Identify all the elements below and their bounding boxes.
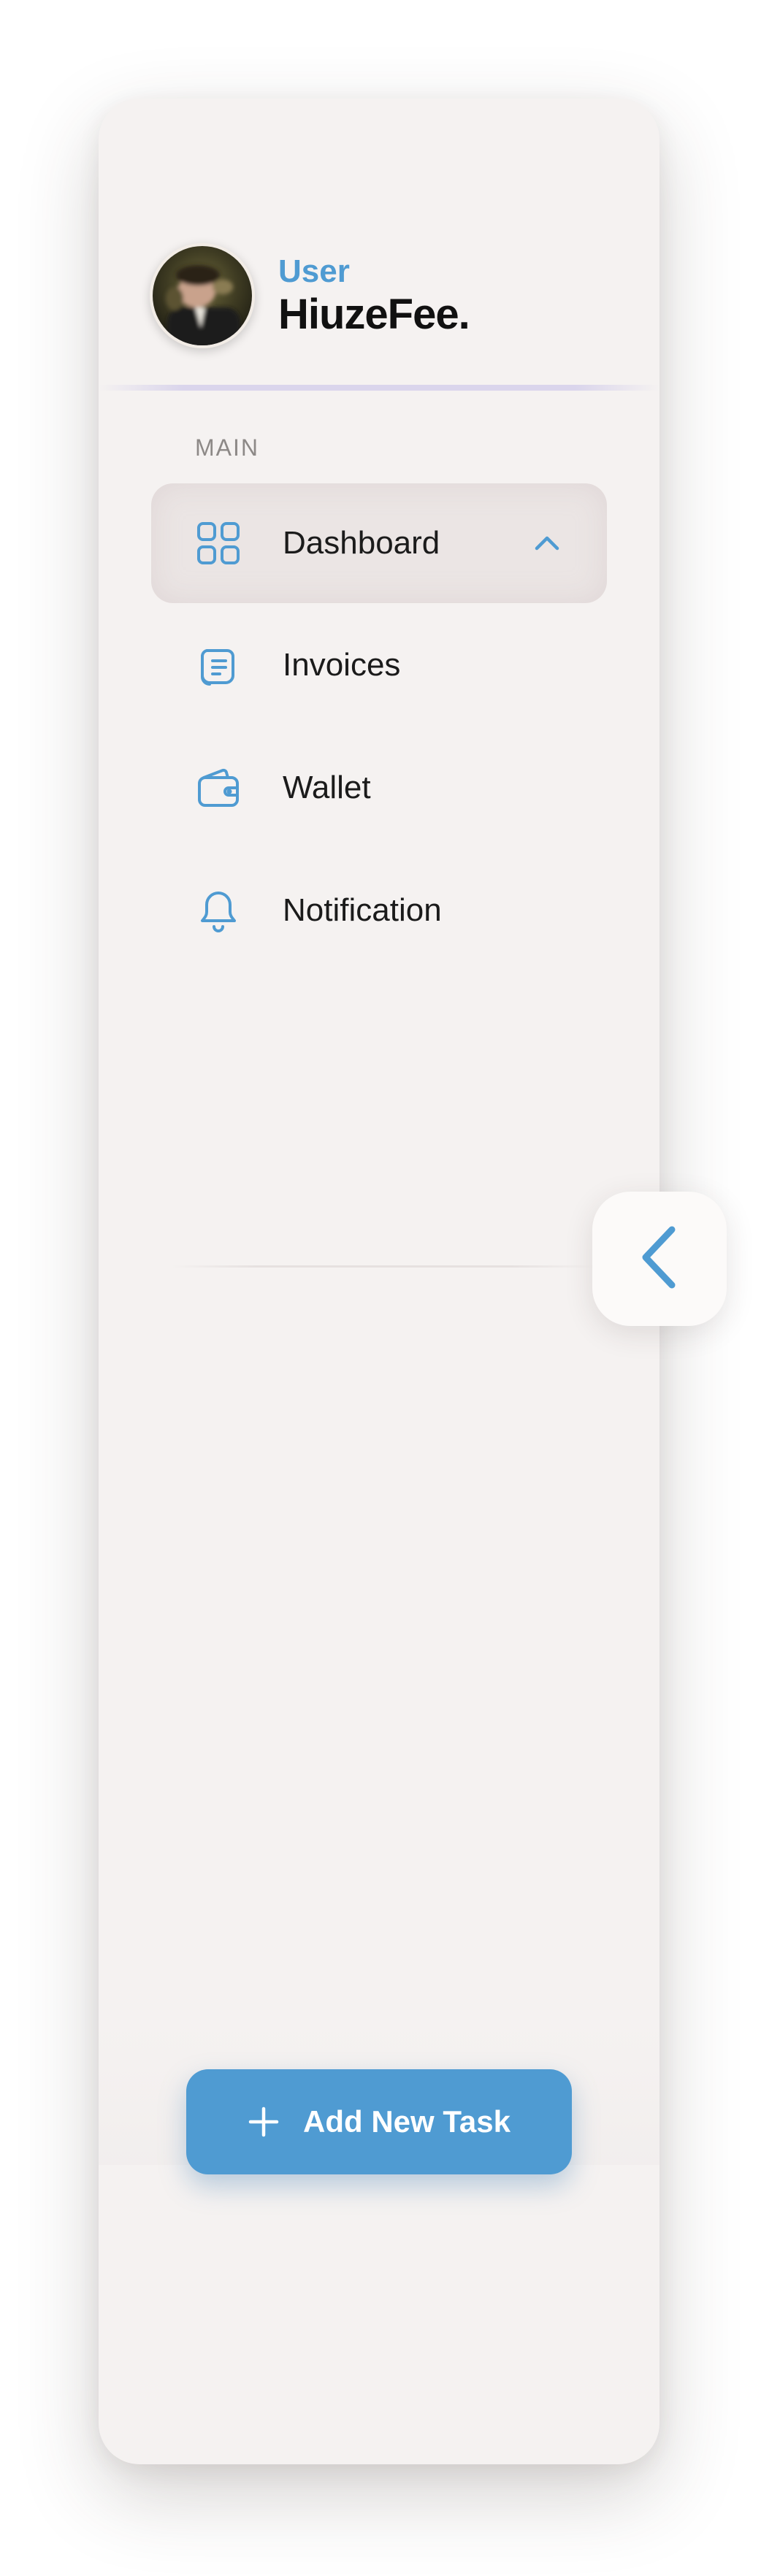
document-icon — [195, 642, 242, 689]
nav-item-notification[interactable]: Notification — [151, 851, 607, 970]
chevron-up-icon[interactable] — [532, 529, 562, 558]
bell-icon — [195, 887, 242, 934]
avatar[interactable] — [150, 243, 255, 348]
plus-icon — [248, 2106, 280, 2138]
avatar-photo — [153, 246, 252, 345]
user-role: User — [278, 253, 350, 289]
user-profile[interactable]: User HiuzeFee. — [150, 241, 470, 350]
nav-label-wallet: Wallet — [283, 770, 371, 805]
profile-text: User HiuzeFee. — [278, 253, 470, 339]
sidebar: User HiuzeFee. MAIN Dashboard Invoices W… — [99, 99, 659, 2464]
add-new-task-button[interactable]: Add New Task — [186, 2069, 572, 2174]
collapse-sidebar-button[interactable] — [592, 1192, 727, 1326]
profile-divider — [99, 385, 659, 391]
nav-item-dashboard[interactable]: Dashboard — [151, 483, 607, 603]
nav-item-invoices[interactable]: Invoices — [151, 605, 607, 725]
grid-icon — [195, 520, 242, 567]
section-divider — [172, 1265, 595, 1268]
user-name: HiuzeFee. — [278, 291, 470, 338]
nav-label-dashboard: Dashboard — [283, 525, 440, 561]
add-new-task-label: Add New Task — [303, 2104, 511, 2139]
nav-label-notification: Notification — [283, 892, 442, 928]
wallet-icon — [195, 764, 242, 811]
chevron-left-icon — [634, 1221, 685, 1297]
nav-label-invoices: Invoices — [283, 647, 401, 683]
section-label-main: MAIN — [195, 434, 259, 461]
app-stage: User HiuzeFee. MAIN Dashboard Invoices W… — [0, 0, 780, 2576]
nav-item-wallet[interactable]: Wallet — [151, 728, 607, 848]
